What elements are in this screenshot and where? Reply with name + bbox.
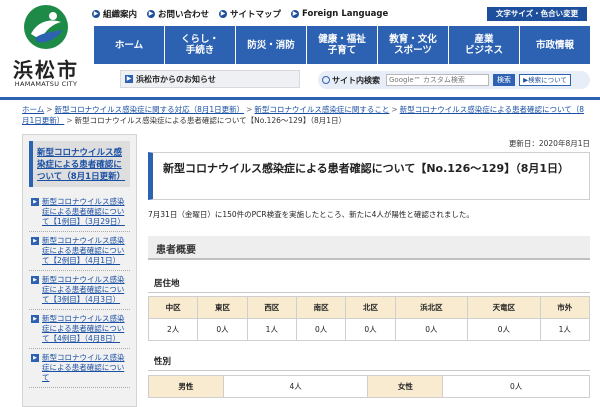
- table-cell: 0人: [394, 318, 469, 341]
- search-label: サイト内検索: [322, 75, 386, 86]
- table-header-cell: 市外: [539, 296, 591, 319]
- breadcrumb-separator: >: [246, 105, 253, 114]
- gnav-education-culture[interactable]: 教育・文化 スポーツ: [378, 26, 449, 64]
- updated-date: 更新日：2020年8月1日: [508, 139, 590, 148]
- sidebar: 新型コロナウイルス感染症による患者確認について（8月1日更新） ▶ 新型コロナウイ…: [22, 134, 137, 407]
- table-cell: 0人: [345, 318, 396, 341]
- font-size-color-button[interactable]: 文字サイズ・色合い変更: [487, 7, 587, 21]
- table-header-cell: 東区: [197, 296, 248, 319]
- table-header-cell: 中区: [147, 296, 199, 319]
- gnav-industry-business[interactable]: 産業 ビジネス: [449, 26, 520, 64]
- search-about-link[interactable]: ▶検索について: [519, 74, 571, 86]
- intro-text: 7月31日（金曜日）に150件のPCR検査を実施したところ、新たに4人が陽性と確…: [148, 210, 474, 219]
- table-cell: 0人: [442, 375, 590, 398]
- arrow-right-icon: ▶: [31, 198, 39, 206]
- breadcrumb-separator: >: [66, 116, 73, 125]
- header-divider: [0, 97, 600, 100]
- table-header-cell: 浜北区: [394, 296, 469, 319]
- page-title: 新型コロナウイルス感染症による患者確認について【No.126〜129】（8月1日…: [148, 152, 590, 200]
- search-icon: [322, 76, 330, 84]
- residence-table: 中区 東区 西区 南区 北区 浜北区 天竜区 市外 2人 0人 1人 0人 0人…: [147, 296, 591, 341]
- city-emblem-icon: [24, 5, 68, 49]
- gnav-health-welfare[interactable]: 健康・福祉 子育て: [307, 26, 378, 64]
- util-link-contact[interactable]: ▶ お問い合わせ: [147, 8, 209, 20]
- city-notice-link[interactable]: ▶ 浜松市からのお知らせ: [120, 70, 300, 88]
- gnav-home[interactable]: ホーム: [94, 26, 165, 64]
- table-row: 男性 4人 女性 0人: [148, 375, 590, 398]
- table-header-cell: 男性: [148, 375, 224, 398]
- section-heading-sex: 性別: [148, 355, 590, 371]
- table-header-cell: 西区: [246, 296, 297, 319]
- gnav-living[interactable]: くらし・ 手続き: [165, 26, 236, 64]
- table-cell: 0人: [295, 318, 347, 341]
- sidebar-item[interactable]: ▶ 新型コロナウイルス感染症による患者確認について【2例目】（4月1日）: [29, 232, 130, 271]
- arrow-right-icon: ▶: [92, 10, 100, 18]
- city-name-english: HAMAMATSU CITY: [14, 80, 78, 88]
- gnav-disaster-prevention[interactable]: 防災・消防: [236, 26, 307, 64]
- arrow-right-icon: ▶: [31, 354, 39, 362]
- arrow-right-icon: ▶: [31, 276, 39, 284]
- utility-nav: ▶ 組織案内 ▶ お問い合わせ ▶ サイトマップ ▶ Foreign Language: [92, 7, 398, 21]
- gnav-city-info[interactable]: 市政情報: [520, 26, 590, 64]
- util-link-sitemap[interactable]: ▶ サイトマップ: [219, 8, 281, 20]
- search-button[interactable]: 検索: [493, 74, 515, 86]
- table-cell: 0人: [467, 318, 541, 341]
- sidebar-current-section[interactable]: 新型コロナウイルス感染症による患者確認について（8月1日更新）: [29, 141, 130, 187]
- sidebar-list: ▶ 新型コロナウイルス感染症による患者確認について【1例目】（3月29日） ▶ 新型…: [23, 187, 136, 388]
- table-cell: 1人: [246, 318, 297, 341]
- section-heading-outline: 患者概要: [148, 236, 590, 260]
- arrow-right-icon: ▶: [291, 10, 300, 18]
- breadcrumb-separator: >: [391, 105, 398, 114]
- sidebar-item[interactable]: ▶ 新型コロナウイルス感染症による患者確認について: [29, 349, 130, 388]
- table-cell: 2人: [147, 318, 199, 341]
- sex-table: 男性 4人 女性 0人: [148, 375, 590, 398]
- section-heading-residence: 居住地: [148, 277, 590, 293]
- breadcrumb-home[interactable]: ホーム: [22, 105, 44, 114]
- breadcrumb: ホーム > 新型コロナウイルス感染症に関する対応（8月1日更新） > 新型コロナウイルス…: [22, 104, 588, 126]
- city-name: 浜松市: [13, 58, 79, 82]
- arrow-right-icon: ▶: [31, 237, 39, 245]
- table-cell: 4人: [222, 375, 369, 398]
- table-row: 2人 0人 1人 0人 0人 0人 0人 1人: [147, 318, 591, 341]
- global-nav: ホーム くらし・ 手続き 防災・消防 健康・福祉 子育て 教育・文化 スポーツ …: [94, 26, 590, 64]
- arrow-right-icon: ▶: [31, 315, 39, 323]
- arrow-right-icon: ▶: [125, 75, 133, 83]
- sidebar-item[interactable]: ▶ 新型コロナウイルス感染症による患者確認について【3例目】（4月3日）: [29, 271, 130, 310]
- breadcrumb-covid-response[interactable]: 新型コロナウイルス感染症に関する対応（8月1日更新）: [55, 105, 245, 114]
- sidebar-item[interactable]: ▶ 新型コロナウイルス感染症による患者確認について【1例目】（3月29日）: [29, 193, 130, 232]
- table-header-cell: 北区: [345, 296, 396, 319]
- table-header-cell: 女性: [367, 375, 444, 398]
- arrow-right-icon: ▶: [147, 10, 156, 18]
- site-search: サイト内検索 検索 ▶検索について: [318, 71, 590, 89]
- util-link-organization[interactable]: ▶ 組織案内: [92, 8, 137, 20]
- notice-label: 浜松市からのお知らせ: [136, 74, 216, 84]
- city-logo[interactable]: 浜松市 HAMAMATSU CITY: [6, 4, 86, 90]
- util-link-foreign-language[interactable]: ▶ Foreign Language: [291, 9, 388, 19]
- table-cell: 1人: [539, 318, 591, 341]
- table-header-row: 中区 東区 西区 南区 北区 浜北区 天竜区 市外: [147, 296, 591, 319]
- table-cell: 0人: [197, 318, 248, 341]
- table-header-cell: 天竜区: [467, 296, 541, 319]
- breadcrumb-current: 新型コロナウイルス感染症による患者確認について【No.126〜129】（8月1日…: [74, 116, 347, 125]
- breadcrumb-separator: >: [46, 105, 53, 114]
- table-header-cell: 南区: [295, 296, 347, 319]
- search-input[interactable]: [386, 74, 489, 86]
- sidebar-item[interactable]: ▶ 新型コロナウイルス感染症による患者確認について【4例目】（4月8日）: [29, 310, 130, 349]
- arrow-right-icon: ▶: [219, 10, 228, 18]
- breadcrumb-covid-matters[interactable]: 新型コロナウイルス感染症に関すること: [254, 105, 389, 114]
